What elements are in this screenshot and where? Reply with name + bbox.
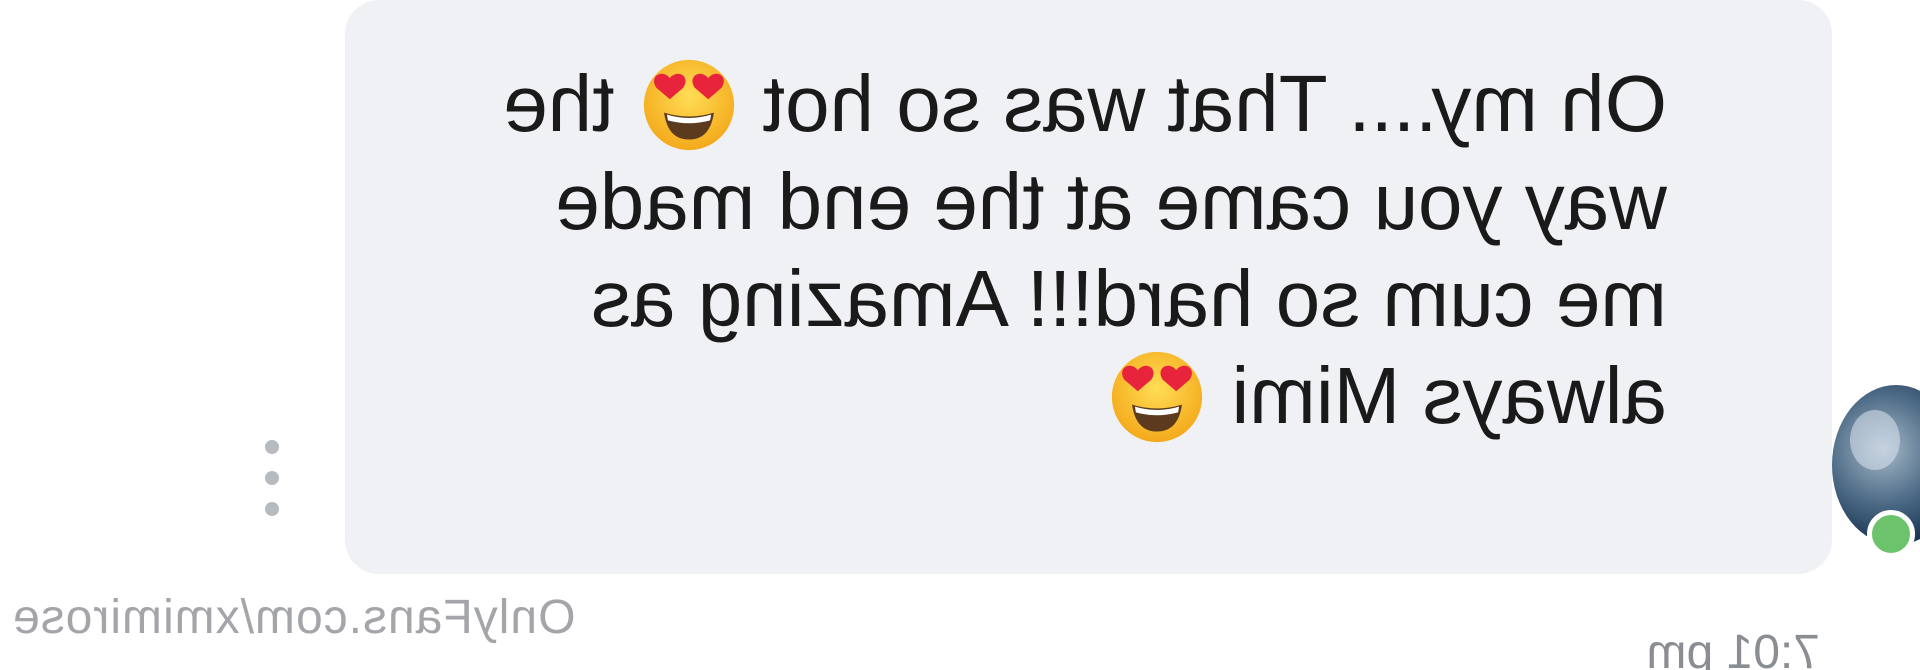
chat-screen: Oh my.... That was so hot the way you ca… <box>0 0 1920 670</box>
message-bubble[interactable]: Oh my.... That was so hot the way you ca… <box>345 0 1832 574</box>
more-dot <box>265 471 279 485</box>
message-text: the <box>503 59 615 148</box>
more-dot <box>265 502 279 516</box>
online-status-indicator <box>1867 510 1915 558</box>
message-text: way you came at the end made <box>555 156 1667 246</box>
message-text: Oh my.... That was so hot <box>762 59 1667 148</box>
message-line-3: me cum so hard!!! Amazing as <box>345 250 1667 347</box>
message-timestamp: 7:01 pm <box>1646 626 1820 670</box>
message-text: always Mimi <box>1231 350 1667 440</box>
message-line-1: Oh my.... That was so hot the <box>345 55 1667 153</box>
heart-eyes-emoji-icon <box>643 59 734 150</box>
avatar-image <box>1850 410 1900 470</box>
watermark: OnlyFans.com/xmimirose <box>12 591 576 644</box>
message-line-2: way you came at the end made <box>345 153 1667 250</box>
more-vertical-icon[interactable] <box>254 440 290 516</box>
heart-eyes-emoji-icon <box>1112 351 1203 442</box>
message-line-4: always Mimi <box>345 347 1667 445</box>
more-dot <box>265 440 279 454</box>
message-text: me cum so hard!!! Amazing as <box>590 253 1667 343</box>
